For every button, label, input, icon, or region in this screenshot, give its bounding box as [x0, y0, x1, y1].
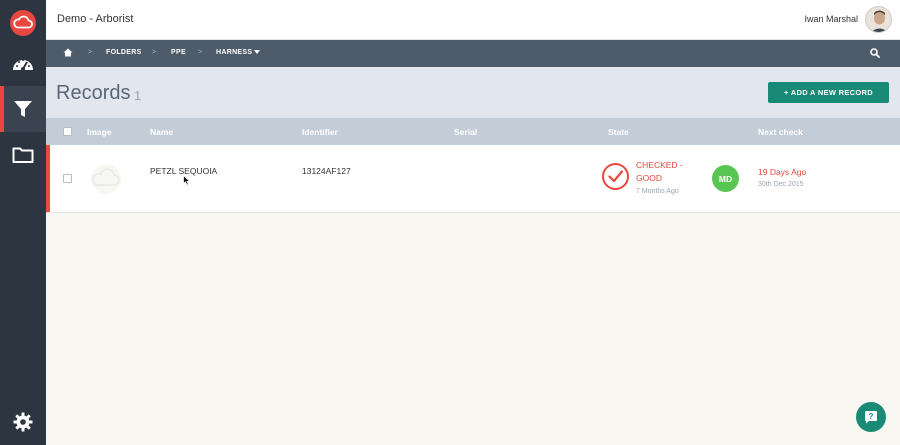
breadcrumb-separator: > — [88, 49, 93, 56]
column-header-next-check[interactable]: Next check — [758, 127, 803, 137]
next-check-date: 30th Dec 2015 — [758, 181, 804, 188]
top-header: Demo - Arborist Iwan Marshal — [46, 0, 900, 40]
breadcrumb-folders[interactable]: FOLDERS — [106, 49, 142, 56]
column-header-serial[interactable]: Serial — [454, 127, 477, 137]
row-checkbox[interactable] — [63, 174, 72, 183]
filter-icon — [14, 101, 32, 117]
user-avatar[interactable] — [865, 6, 892, 33]
column-header-identifier[interactable]: Identifier — [302, 127, 338, 137]
sidebar-item-settings[interactable] — [0, 399, 46, 445]
speedometer-icon — [13, 59, 33, 71]
cloud-icon — [10, 10, 36, 36]
breadcrumb-harness-label: HARNESS — [216, 49, 253, 56]
home-icon[interactable] — [63, 48, 73, 57]
caret-down-icon — [254, 50, 261, 55]
folder-icon — [12, 147, 34, 163]
record-state: CHECKED - GOOD — [636, 159, 706, 185]
gear-icon — [13, 412, 33, 432]
column-header-image[interactable]: Image — [87, 127, 112, 137]
breadcrumb-separator: > — [198, 49, 203, 56]
breadcrumb: > FOLDERS > PPE > HARNESS — [46, 40, 900, 67]
cloud-placeholder-icon — [91, 164, 121, 194]
breadcrumb-separator: > — [152, 49, 157, 56]
search-icon[interactable] — [870, 48, 880, 58]
breadcrumb-ppe[interactable]: PPE — [171, 49, 186, 56]
mouse-cursor-icon — [183, 175, 191, 186]
help-button[interactable]: ? — [856, 402, 886, 432]
select-all-checkbox[interactable] — [63, 127, 72, 136]
logo-button[interactable] — [0, 0, 46, 46]
records-header: Records 1 + ADD A NEW RECORD — [46, 67, 900, 118]
column-header-name[interactable]: Name — [150, 127, 173, 137]
sidebar-item-folders[interactable] — [0, 132, 46, 178]
table-header: Image Name Identifier Serial State Next … — [46, 118, 900, 145]
help-chat-icon: ? — [865, 411, 877, 424]
next-check: 19 Days Ago — [758, 167, 807, 177]
table-row[interactable]: PETZL SEQUOIA 13124AF127 CHECKED - GOOD … — [46, 145, 900, 213]
breadcrumb-harness[interactable]: HARNESS — [216, 49, 261, 56]
avatar-image — [866, 7, 891, 32]
state-line-1: CHECKED - — [636, 160, 683, 170]
state-time: 7 Months Ago — [636, 188, 679, 195]
sidebar-item-dashboard[interactable] — [0, 41, 46, 87]
svg-text:?: ? — [869, 412, 874, 421]
sidebar — [0, 0, 46, 445]
inspector-avatar: MD — [712, 165, 739, 192]
column-header-state[interactable]: State — [608, 127, 629, 137]
user-name[interactable]: Iwan Marshal — [804, 14, 858, 24]
checkmark-icon — [608, 170, 624, 183]
sidebar-item-filter[interactable] — [0, 86, 46, 132]
add-record-button[interactable]: + ADD A NEW RECORD — [768, 82, 889, 103]
record-identifier: 13124AF127 — [302, 166, 351, 176]
state-line-2: GOOD — [636, 173, 662, 183]
page-title: Records — [56, 82, 131, 104]
state-icon — [602, 163, 629, 190]
record-count: 1 — [134, 88, 142, 103]
app-title: Demo - Arborist — [57, 13, 134, 25]
